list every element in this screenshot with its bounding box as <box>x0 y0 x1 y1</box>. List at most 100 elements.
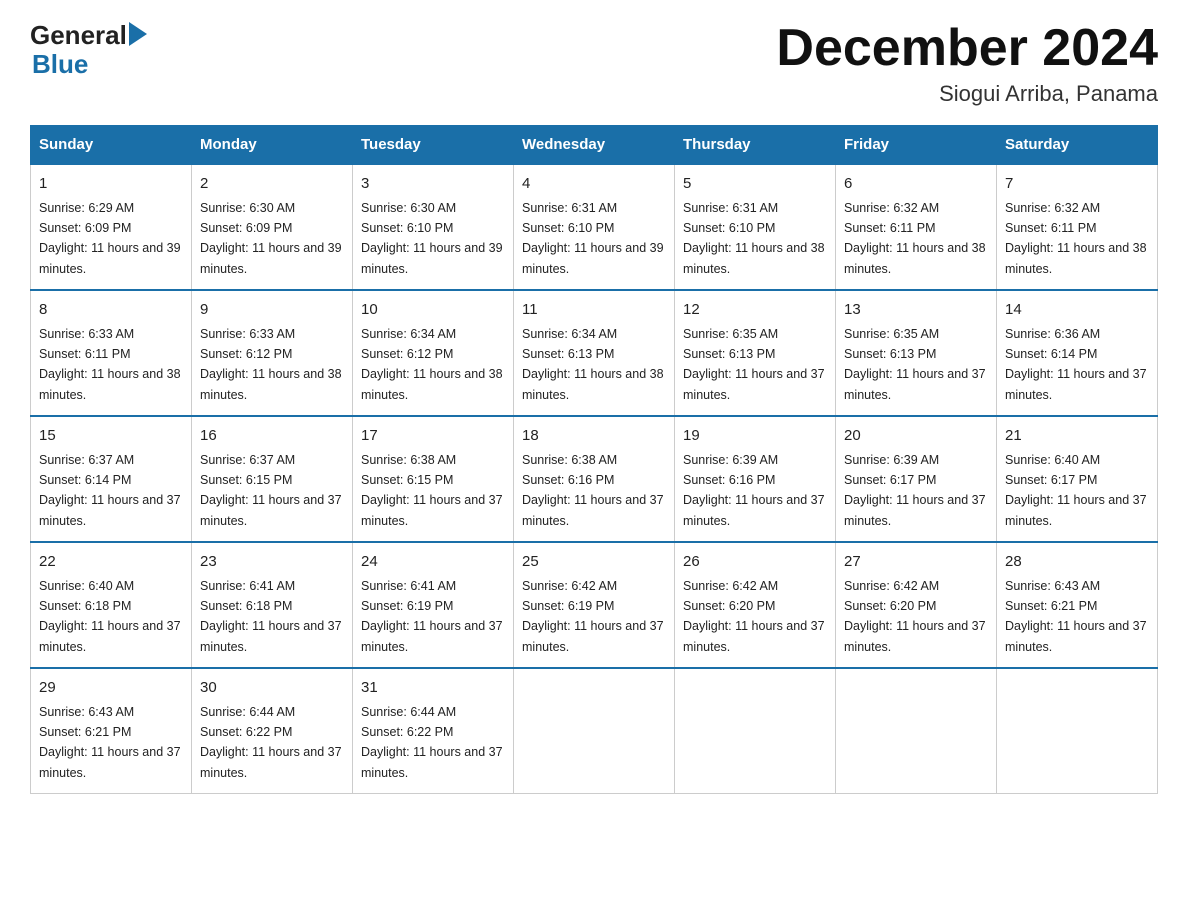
day-info: Sunrise: 6:30 AMSunset: 6:10 PMDaylight:… <box>361 201 503 276</box>
day-info: Sunrise: 6:31 AMSunset: 6:10 PMDaylight:… <box>522 201 664 276</box>
calendar-cell: 29 Sunrise: 6:43 AMSunset: 6:21 PMDaylig… <box>31 668 192 794</box>
day-number: 9 <box>200 299 344 322</box>
subtitle: Siogui Arriba, Panama <box>776 81 1158 107</box>
day-info: Sunrise: 6:31 AMSunset: 6:10 PMDaylight:… <box>683 201 825 276</box>
day-info: Sunrise: 6:43 AMSunset: 6:21 PMDaylight:… <box>1005 579 1147 654</box>
day-info: Sunrise: 6:41 AMSunset: 6:18 PMDaylight:… <box>200 579 342 654</box>
day-number: 30 <box>200 677 344 700</box>
day-number: 26 <box>683 551 827 574</box>
day-number: 8 <box>39 299 183 322</box>
day-info: Sunrise: 6:42 AMSunset: 6:20 PMDaylight:… <box>844 579 986 654</box>
day-number: 7 <box>1005 173 1149 196</box>
day-info: Sunrise: 6:34 AMSunset: 6:13 PMDaylight:… <box>522 327 664 402</box>
day-info: Sunrise: 6:39 AMSunset: 6:17 PMDaylight:… <box>844 453 986 528</box>
day-info: Sunrise: 6:29 AMSunset: 6:09 PMDaylight:… <box>39 201 181 276</box>
logo-arrow-icon <box>129 22 147 46</box>
day-info: Sunrise: 6:32 AMSunset: 6:11 PMDaylight:… <box>844 201 986 276</box>
day-number: 12 <box>683 299 827 322</box>
calendar-header-wednesday: Wednesday <box>514 126 675 165</box>
calendar-cell: 9 Sunrise: 6:33 AMSunset: 6:12 PMDayligh… <box>192 290 353 416</box>
day-info: Sunrise: 6:44 AMSunset: 6:22 PMDaylight:… <box>200 705 342 780</box>
day-number: 3 <box>361 173 505 196</box>
calendar-cell: 24 Sunrise: 6:41 AMSunset: 6:19 PMDaylig… <box>353 542 514 668</box>
day-info: Sunrise: 6:42 AMSunset: 6:19 PMDaylight:… <box>522 579 664 654</box>
day-number: 22 <box>39 551 183 574</box>
day-number: 18 <box>522 425 666 448</box>
calendar-week-row: 8 Sunrise: 6:33 AMSunset: 6:11 PMDayligh… <box>31 290 1158 416</box>
day-info: Sunrise: 6:43 AMSunset: 6:21 PMDaylight:… <box>39 705 181 780</box>
calendar-header-thursday: Thursday <box>675 126 836 165</box>
calendar-cell: 16 Sunrise: 6:37 AMSunset: 6:15 PMDaylig… <box>192 416 353 542</box>
calendar-cell: 17 Sunrise: 6:38 AMSunset: 6:15 PMDaylig… <box>353 416 514 542</box>
calendar-cell <box>836 668 997 794</box>
calendar-cell: 20 Sunrise: 6:39 AMSunset: 6:17 PMDaylig… <box>836 416 997 542</box>
day-number: 23 <box>200 551 344 574</box>
title-block: December 2024 Siogui Arriba, Panama <box>776 20 1158 107</box>
calendar-cell: 11 Sunrise: 6:34 AMSunset: 6:13 PMDaylig… <box>514 290 675 416</box>
day-info: Sunrise: 6:38 AMSunset: 6:16 PMDaylight:… <box>522 453 664 528</box>
calendar-cell <box>997 668 1158 794</box>
day-number: 6 <box>844 173 988 196</box>
calendar-cell: 8 Sunrise: 6:33 AMSunset: 6:11 PMDayligh… <box>31 290 192 416</box>
day-number: 2 <box>200 173 344 196</box>
day-number: 27 <box>844 551 988 574</box>
day-info: Sunrise: 6:33 AMSunset: 6:11 PMDaylight:… <box>39 327 181 402</box>
calendar-cell: 26 Sunrise: 6:42 AMSunset: 6:20 PMDaylig… <box>675 542 836 668</box>
calendar-cell: 7 Sunrise: 6:32 AMSunset: 6:11 PMDayligh… <box>997 164 1158 290</box>
calendar-cell: 13 Sunrise: 6:35 AMSunset: 6:13 PMDaylig… <box>836 290 997 416</box>
day-info: Sunrise: 6:37 AMSunset: 6:14 PMDaylight:… <box>39 453 181 528</box>
calendar-week-row: 15 Sunrise: 6:37 AMSunset: 6:14 PMDaylig… <box>31 416 1158 542</box>
calendar-cell: 10 Sunrise: 6:34 AMSunset: 6:12 PMDaylig… <box>353 290 514 416</box>
calendar-header-friday: Friday <box>836 126 997 165</box>
calendar-week-row: 22 Sunrise: 6:40 AMSunset: 6:18 PMDaylig… <box>31 542 1158 668</box>
page-header: General Blue December 2024 Siogui Arriba… <box>30 20 1158 107</box>
day-info: Sunrise: 6:40 AMSunset: 6:17 PMDaylight:… <box>1005 453 1147 528</box>
day-info: Sunrise: 6:36 AMSunset: 6:14 PMDaylight:… <box>1005 327 1147 402</box>
day-number: 31 <box>361 677 505 700</box>
day-info: Sunrise: 6:37 AMSunset: 6:15 PMDaylight:… <box>200 453 342 528</box>
calendar-cell: 28 Sunrise: 6:43 AMSunset: 6:21 PMDaylig… <box>997 542 1158 668</box>
day-info: Sunrise: 6:35 AMSunset: 6:13 PMDaylight:… <box>844 327 986 402</box>
logo-text-blue: Blue <box>32 51 88 77</box>
day-number: 1 <box>39 173 183 196</box>
calendar-header-sunday: Sunday <box>31 126 192 165</box>
calendar-cell: 5 Sunrise: 6:31 AMSunset: 6:10 PMDayligh… <box>675 164 836 290</box>
day-info: Sunrise: 6:33 AMSunset: 6:12 PMDaylight:… <box>200 327 342 402</box>
calendar-cell: 3 Sunrise: 6:30 AMSunset: 6:10 PMDayligh… <box>353 164 514 290</box>
calendar-header-monday: Monday <box>192 126 353 165</box>
day-number: 25 <box>522 551 666 574</box>
day-info: Sunrise: 6:41 AMSunset: 6:19 PMDaylight:… <box>361 579 503 654</box>
day-number: 17 <box>361 425 505 448</box>
day-info: Sunrise: 6:38 AMSunset: 6:15 PMDaylight:… <box>361 453 503 528</box>
day-number: 21 <box>1005 425 1149 448</box>
calendar-cell: 22 Sunrise: 6:40 AMSunset: 6:18 PMDaylig… <box>31 542 192 668</box>
calendar-cell: 19 Sunrise: 6:39 AMSunset: 6:16 PMDaylig… <box>675 416 836 542</box>
day-number: 20 <box>844 425 988 448</box>
calendar-cell: 30 Sunrise: 6:44 AMSunset: 6:22 PMDaylig… <box>192 668 353 794</box>
calendar-cell: 23 Sunrise: 6:41 AMSunset: 6:18 PMDaylig… <box>192 542 353 668</box>
day-number: 13 <box>844 299 988 322</box>
day-info: Sunrise: 6:34 AMSunset: 6:12 PMDaylight:… <box>361 327 503 402</box>
calendar-cell: 4 Sunrise: 6:31 AMSunset: 6:10 PMDayligh… <box>514 164 675 290</box>
day-number: 11 <box>522 299 666 322</box>
day-number: 16 <box>200 425 344 448</box>
logo: General Blue <box>30 20 147 77</box>
calendar-table: SundayMondayTuesdayWednesdayThursdayFrid… <box>30 125 1158 794</box>
calendar-cell: 27 Sunrise: 6:42 AMSunset: 6:20 PMDaylig… <box>836 542 997 668</box>
day-number: 28 <box>1005 551 1149 574</box>
calendar-cell <box>514 668 675 794</box>
calendar-header-tuesday: Tuesday <box>353 126 514 165</box>
day-info: Sunrise: 6:40 AMSunset: 6:18 PMDaylight:… <box>39 579 181 654</box>
day-number: 4 <box>522 173 666 196</box>
day-info: Sunrise: 6:35 AMSunset: 6:13 PMDaylight:… <box>683 327 825 402</box>
calendar-week-row: 1 Sunrise: 6:29 AMSunset: 6:09 PMDayligh… <box>31 164 1158 290</box>
day-info: Sunrise: 6:32 AMSunset: 6:11 PMDaylight:… <box>1005 201 1147 276</box>
calendar-cell: 14 Sunrise: 6:36 AMSunset: 6:14 PMDaylig… <box>997 290 1158 416</box>
day-number: 14 <box>1005 299 1149 322</box>
calendar-header-row: SundayMondayTuesdayWednesdayThursdayFrid… <box>31 126 1158 165</box>
day-info: Sunrise: 6:30 AMSunset: 6:09 PMDaylight:… <box>200 201 342 276</box>
day-number: 24 <box>361 551 505 574</box>
calendar-cell: 1 Sunrise: 6:29 AMSunset: 6:09 PMDayligh… <box>31 164 192 290</box>
calendar-cell: 6 Sunrise: 6:32 AMSunset: 6:11 PMDayligh… <box>836 164 997 290</box>
calendar-week-row: 29 Sunrise: 6:43 AMSunset: 6:21 PMDaylig… <box>31 668 1158 794</box>
